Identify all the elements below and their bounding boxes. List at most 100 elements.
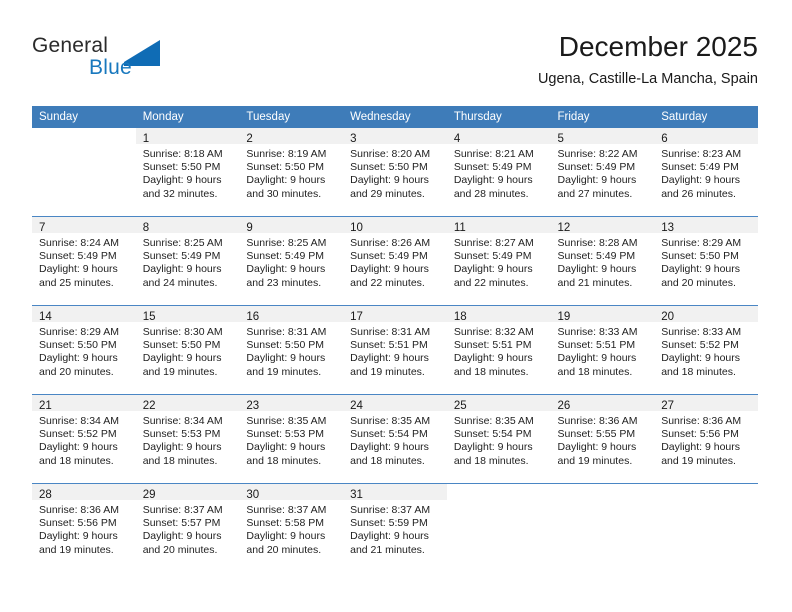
sunset-text: Sunset: 5:53 PM bbox=[142, 428, 221, 441]
day-sun-info: Sunrise: 8:29 AM Sunset: 5:50 PM Daylight:… bbox=[654, 233, 758, 290]
calendar-day-cell[interactable]: 23 Sunrise: 8:35 AM Sunset: 5:53 PM Dayligh… bbox=[239, 395, 344, 483]
day-sun-info: Sunrise: 8:32 AM Sunset: 5:51 PM Daylight:… bbox=[447, 322, 551, 379]
calendar-day-cell[interactable]: 16 Sunrise: 8:31 AM Sunset: 5:50 PM Dayligh… bbox=[239, 306, 344, 394]
daylight-text-line2: and 20 minutes. bbox=[661, 276, 736, 289]
sunset-text: Sunset: 5:49 PM bbox=[142, 250, 221, 263]
calendar-day-cell[interactable]: 18 Sunrise: 8:32 AM Sunset: 5:51 PM Dayligh… bbox=[446, 306, 551, 394]
calendar-day-cell[interactable]: 13 Sunrise: 8:29 AM Sunset: 5:50 PM Dayligh… bbox=[654, 217, 758, 305]
calendar-day-cell[interactable]: 30 Sunrise: 8:37 AM Sunset: 5:58 PM Dayligh… bbox=[239, 484, 344, 572]
calendar-day-cell[interactable]: 12 Sunrise: 8:28 AM Sunset: 5:49 PM Dayligh… bbox=[550, 217, 655, 305]
calendar-day-cell[interactable]: 31 Sunrise: 8:37 AM Sunset: 5:59 PM Dayligh… bbox=[343, 484, 447, 572]
sunrise-text: Sunrise: 8:37 AM bbox=[142, 504, 223, 516]
day-number-strip: 21 bbox=[32, 395, 136, 412]
calendar-day-cell[interactable]: 28 Sunrise: 8:36 AM Sunset: 5:56 PM Dayligh… bbox=[32, 484, 136, 572]
calendar-day-cell-empty bbox=[446, 484, 551, 572]
day-number: 3 bbox=[350, 133, 357, 145]
day-number: 2 bbox=[246, 133, 253, 145]
daylight-text-line1: Daylight: 9 hours bbox=[350, 263, 429, 276]
calendar-day-cell[interactable]: 10 Sunrise: 8:26 AM Sunset: 5:49 PM Dayligh… bbox=[343, 217, 447, 305]
sunset-text: Sunset: 5:50 PM bbox=[142, 339, 221, 352]
calendar-day-cell[interactable]: 1 Sunrise: 8:18 AM Sunset: 5:50 PM Daylight… bbox=[135, 128, 240, 216]
daylight-text-line1: Daylight: 9 hours bbox=[39, 530, 118, 543]
daylight-text-line2: and 27 minutes. bbox=[557, 187, 633, 200]
calendar-day-cell[interactable]: 7 Sunrise: 8:24 AM Sunset: 5:49 PM Daylight… bbox=[32, 217, 136, 305]
sunset-text: Sunset: 5:50 PM bbox=[39, 339, 117, 352]
day-number-strip: 2 bbox=[239, 128, 344, 145]
calendar-day-cell[interactable]: 15 Sunrise: 8:30 AM Sunset: 5:50 PM Dayligh… bbox=[135, 306, 240, 394]
calendar-day-cell[interactable]: 20 Sunrise: 8:33 AM Sunset: 5:52 PM Dayligh… bbox=[654, 306, 758, 394]
sunrise-text: Sunrise: 8:36 AM bbox=[661, 415, 742, 427]
calendar-day-cell[interactable]: 22 Sunrise: 8:34 AM Sunset: 5:53 PM Dayligh… bbox=[135, 395, 240, 483]
daylight-text-line2: and 18 minutes. bbox=[453, 365, 529, 378]
day-sun-info: Sunrise: 8:35 AM Sunset: 5:54 PM Daylight:… bbox=[447, 411, 551, 468]
day-sun-info: Sunrise: 8:31 AM Sunset: 5:51 PM Daylight:… bbox=[343, 322, 447, 379]
daylight-text-line2: and 18 minutes. bbox=[350, 454, 425, 467]
calendar-day-cell[interactable]: 21 Sunrise: 8:34 AM Sunset: 5:52 PM Dayligh… bbox=[32, 395, 136, 483]
day-number: 1 bbox=[142, 133, 150, 145]
calendar-day-cell[interactable]: 9 Sunrise: 8:25 AM Sunset: 5:49 PM Daylight… bbox=[239, 217, 344, 305]
day-sun-info: Sunrise: 8:24 AM Sunset: 5:49 PM Daylight:… bbox=[32, 233, 136, 290]
sunrise-text: Sunrise: 8:29 AM bbox=[39, 326, 119, 338]
calendar-day-cell[interactable]: 4 Sunrise: 8:21 AM Sunset: 5:49 PM Daylight… bbox=[446, 128, 551, 216]
calendar-day-cell[interactable]: 3 Sunrise: 8:20 AM Sunset: 5:50 PM Daylight… bbox=[343, 128, 447, 216]
day-number: 24 bbox=[350, 400, 363, 412]
calendar-day-cell[interactable]: 2 Sunrise: 8:19 AM Sunset: 5:50 PM Daylight… bbox=[239, 128, 344, 216]
generalblue-logo[interactable]: General Blue bbox=[32, 34, 232, 90]
weekday-header-sunday: Sunday bbox=[32, 106, 136, 128]
calendar-day-cell[interactable]: 26 Sunrise: 8:36 AM Sunset: 5:55 PM Dayligh… bbox=[550, 395, 655, 483]
day-number-strip: 20 bbox=[654, 306, 758, 323]
daylight-text-line2: and 23 minutes. bbox=[246, 276, 322, 289]
daylight-text-line1: Daylight: 9 hours bbox=[557, 352, 637, 365]
day-sun-info: Sunrise: 8:36 AM Sunset: 5:56 PM Daylight:… bbox=[654, 411, 758, 468]
calendar-day-cell[interactable]: 6 Sunrise: 8:23 AM Sunset: 5:49 PM Daylight… bbox=[654, 128, 758, 216]
day-sun-info: Sunrise: 8:27 AM Sunset: 5:49 PM Daylight:… bbox=[447, 233, 551, 290]
day-number-strip: 15 bbox=[135, 306, 240, 323]
calendar-day-cell[interactable]: 14 Sunrise: 8:29 AM Sunset: 5:50 PM Dayligh… bbox=[32, 306, 136, 394]
daylight-text-line1: Daylight: 9 hours bbox=[246, 352, 326, 365]
weekday-header-saturday: Saturday bbox=[654, 106, 758, 128]
day-number-strip: 14 bbox=[32, 306, 136, 323]
calendar-day-cell[interactable]: 24 Sunrise: 8:35 AM Sunset: 5:54 PM Dayligh… bbox=[343, 395, 447, 483]
day-number-strip: 30 bbox=[239, 484, 344, 501]
calendar-day-cell[interactable]: 19 Sunrise: 8:33 AM Sunset: 5:51 PM Dayligh… bbox=[550, 306, 655, 394]
calendar-day-cell[interactable]: 8 Sunrise: 8:25 AM Sunset: 5:49 PM Daylight… bbox=[135, 217, 240, 305]
day-number: 14 bbox=[39, 311, 52, 323]
calendar-day-cell[interactable]: 29 Sunrise: 8:37 AM Sunset: 5:57 PM Dayligh… bbox=[135, 484, 240, 572]
sunset-text: Sunset: 5:52 PM bbox=[661, 339, 739, 352]
daylight-text-line2: and 20 minutes. bbox=[246, 543, 322, 556]
sunrise-text: Sunrise: 8:20 AM bbox=[350, 148, 431, 160]
calendar-page: General Blue December 2025 Ugena, Castil… bbox=[0, 0, 792, 612]
sunset-text: Sunset: 5:56 PM bbox=[39, 517, 117, 530]
calendar-day-cell-empty bbox=[32, 128, 136, 216]
sunrise-text: Sunrise: 8:34 AM bbox=[39, 415, 119, 427]
day-sun-info: Sunrise: 8:31 AM Sunset: 5:50 PM Daylight:… bbox=[239, 322, 343, 379]
daylight-text-line1: Daylight: 9 hours bbox=[661, 174, 741, 187]
daylight-text-line1: Daylight: 9 hours bbox=[350, 441, 429, 454]
sunrise-text: Sunrise: 8:21 AM bbox=[453, 148, 534, 160]
day-number: 25 bbox=[453, 400, 467, 412]
calendar-day-cell-empty bbox=[654, 484, 758, 572]
logo-text-blue: Blue bbox=[89, 56, 132, 79]
sunrise-text: Sunrise: 8:36 AM bbox=[557, 415, 638, 427]
sunset-text: Sunset: 5:54 PM bbox=[453, 428, 532, 441]
daylight-text-line1: Daylight: 9 hours bbox=[246, 530, 326, 543]
daylight-text-line1: Daylight: 9 hours bbox=[142, 352, 222, 365]
calendar-day-cell[interactable]: 5 Sunrise: 8:22 AM Sunset: 5:49 PM Daylight… bbox=[550, 128, 655, 216]
day-sun-info: Sunrise: 8:28 AM Sunset: 5:49 PM Daylight:… bbox=[551, 233, 655, 290]
calendar-day-cell[interactable]: 11 Sunrise: 8:27 AM Sunset: 5:49 PM Dayligh… bbox=[446, 217, 551, 305]
daylight-text-line2: and 26 minutes. bbox=[661, 187, 736, 200]
sunset-text: Sunset: 5:49 PM bbox=[453, 161, 532, 174]
sunrise-text: Sunrise: 8:35 AM bbox=[453, 415, 534, 427]
sunrise-text: Sunrise: 8:19 AM bbox=[246, 148, 327, 160]
calendar-body: 1 Sunrise: 8:18 AM Sunset: 5:50 PM Daylight… bbox=[32, 128, 758, 572]
daylight-text-line2: and 19 minutes. bbox=[39, 543, 114, 556]
sunset-text: Sunset: 5:49 PM bbox=[557, 250, 636, 263]
calendar-day-cell[interactable]: 17 Sunrise: 8:31 AM Sunset: 5:51 PM Dayligh… bbox=[343, 306, 447, 394]
title-block: December 2025 Ugena, Castille-La Mancha,… bbox=[538, 30, 758, 88]
calendar-day-cell[interactable]: 25 Sunrise: 8:35 AM Sunset: 5:54 PM Dayligh… bbox=[446, 395, 551, 483]
daylight-text-line2: and 20 minutes. bbox=[39, 365, 114, 378]
calendar-day-cell[interactable]: 27 Sunrise: 8:36 AM Sunset: 5:56 PM Dayligh… bbox=[654, 395, 758, 483]
sunset-text: Sunset: 5:49 PM bbox=[661, 161, 739, 174]
day-sun-info: Sunrise: 8:34 AM Sunset: 5:53 PM Daylight:… bbox=[136, 411, 240, 468]
daylight-text-line2: and 28 minutes. bbox=[453, 187, 529, 200]
